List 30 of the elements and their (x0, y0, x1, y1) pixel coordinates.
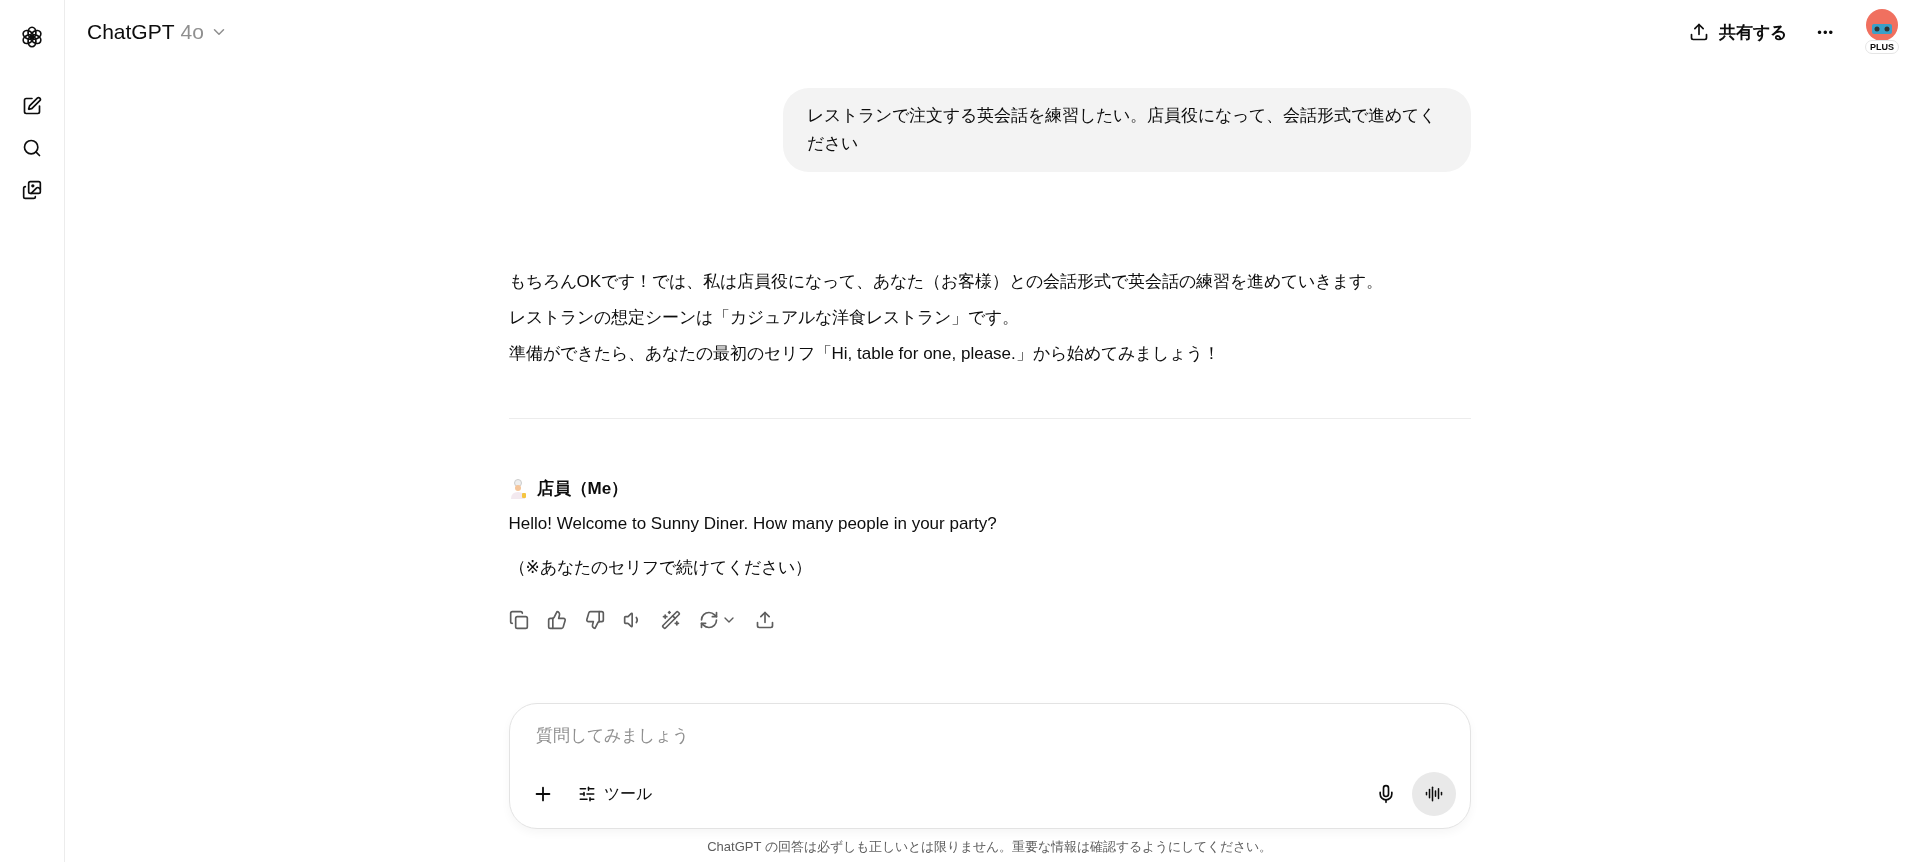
thumbs-down-icon (584, 610, 605, 630)
share-button[interactable]: 共有する (1689, 20, 1788, 44)
assistant-text: 準備ができたら、あなたの最初のセリフ「Hi, table for one, please.」から始めてみましょう！ (508, 343, 1221, 365)
upload-icon (754, 610, 775, 630)
tools-button[interactable]: ツール (569, 775, 660, 813)
images-icon (22, 180, 42, 200)
upload-icon (1689, 22, 1710, 42)
edit-icon (22, 96, 42, 116)
voice-mode-button[interactable] (1411, 772, 1456, 816)
refresh-icon (698, 610, 719, 630)
message-input[interactable]: 質問してみましょう ツール (508, 703, 1471, 829)
disclaimer-text: ChatGPT の回答は必ずしも正しいとは限りません。重要な情報は確認するようにしてください。 (706, 838, 1273, 856)
more-button[interactable]: ••• (1817, 24, 1834, 40)
plan-badge: PLUS (1865, 40, 1899, 54)
logo-icon[interactable] (19, 24, 45, 50)
avatar-icon[interactable] (1866, 9, 1898, 41)
wand-icon (660, 610, 681, 630)
assistant-text: レストランの想定シーンは「カジュアルな洋食レストラン」です。 (508, 307, 1020, 329)
copy-icon (508, 610, 529, 630)
cook-icon (508, 478, 527, 499)
user-message: レストランで注文する英会話を練習したい。店員役になって、会話形式で進めてください (782, 88, 1471, 172)
sliders-icon (577, 785, 596, 803)
assistant-text: もちろんOKです！では、私は店員役になって、あなた（お客様）との会話形式で英会話の練習を進めていきます。 (508, 271, 1385, 293)
speaker-label: 店員（Me） (536, 478, 629, 500)
thumbs-up-icon (546, 610, 567, 630)
audio-lines-icon (1424, 785, 1443, 803)
search-icon (22, 138, 42, 158)
model-selector[interactable]: ChatGPT 4o (87, 20, 228, 44)
assistant-text: Hello! Welcome to Sunny Diner. How many people in your party? (508, 513, 998, 535)
assistant-text: （※あなたのセリフで続けてください） (508, 557, 813, 579)
